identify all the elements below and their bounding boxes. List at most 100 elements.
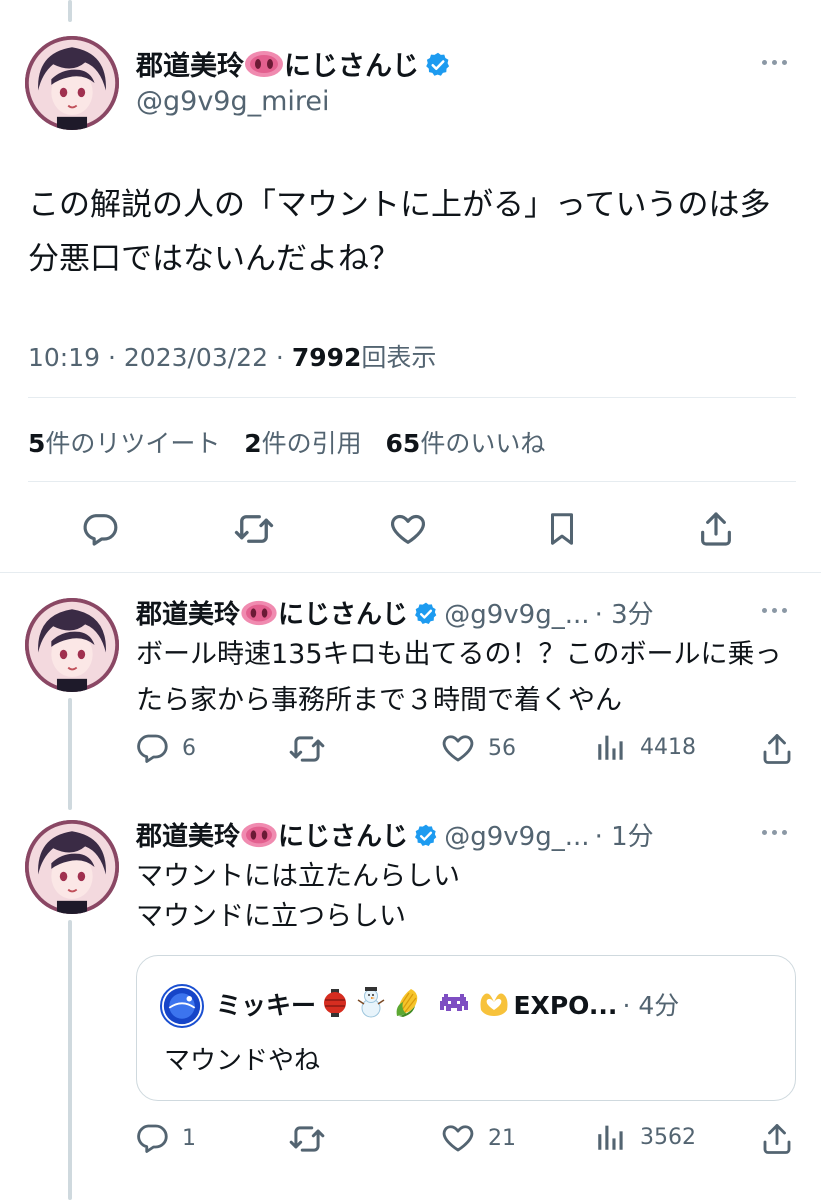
retweets-label: 件のリツイート — [45, 429, 221, 458]
share-button[interactable] — [758, 1120, 796, 1158]
share-icon — [701, 512, 731, 546]
retweets-link[interactable]: 5件のリツイート — [28, 429, 220, 458]
more-options-icon[interactable] — [762, 608, 787, 613]
pig-nose-icon — [244, 50, 284, 82]
display-name[interactable]: 郡道美玲 — [136, 822, 240, 852]
main-author-line: 郡道美玲 にじさんじ — [136, 44, 452, 83]
reply-icon — [137, 734, 168, 763]
quote-avatar-image — [163, 987, 201, 1025]
retweet-button[interactable] — [288, 730, 326, 768]
heart-icon — [391, 514, 425, 544]
view-count: 4418 — [640, 734, 696, 760]
quote-author-line: ミッキー EXPO... · 4分 — [216, 986, 679, 1022]
share-icon — [763, 1124, 791, 1154]
reply-text: ボール時速135キロも出てるの！？このボールに乗ったら家から事務所まで３時間で着… — [136, 639, 782, 716]
lantern-icon — [321, 988, 349, 1022]
reply-timestamp[interactable]: · 3分 — [595, 600, 654, 630]
retweet-icon — [289, 736, 325, 762]
reply-button[interactable]: 6 — [134, 730, 196, 766]
display-name-suffix[interactable]: にじさんじ — [278, 600, 408, 630]
retweet-icon — [234, 515, 274, 543]
divider — [28, 397, 796, 398]
share-button[interactable] — [692, 505, 740, 553]
handle[interactable]: @g9v9g_... — [444, 600, 589, 630]
display-name-suffix[interactable]: にじさんじ — [284, 51, 419, 82]
reply-button[interactable] — [76, 505, 124, 553]
reply-author-line: 郡道美玲 にじさんじ @g9v9g_... · 1分 — [136, 816, 654, 853]
views-button[interactable]: 4418 — [594, 730, 696, 764]
quoted-tweet[interactable] — [136, 955, 796, 1101]
display-name[interactable]: 郡道美玲 — [136, 600, 240, 630]
reply-count: 6 — [182, 735, 196, 761]
share-button[interactable] — [758, 730, 796, 768]
more-options-icon[interactable] — [762, 830, 787, 835]
corn-icon — [393, 986, 423, 1022]
thread-line-reply-1 — [68, 698, 72, 810]
alien-monster-icon — [438, 990, 470, 1022]
verified-badge-icon — [424, 51, 452, 83]
avatar-image — [25, 820, 119, 914]
thread-line-top — [68, 0, 72, 22]
display-name[interactable]: 郡道美玲 — [136, 51, 244, 82]
quotes-count: 2 — [244, 429, 262, 458]
avatar-image — [25, 598, 119, 692]
verified-badge-icon — [413, 823, 439, 853]
tweet-text: この解説の人の「マウントに上がる」っていうのは多分悪口ではないんだよね？ — [28, 187, 771, 277]
views-count: 7992 — [291, 343, 362, 372]
views-button[interactable]: 3562 — [594, 1120, 696, 1154]
reply-count: 1 — [182, 1125, 196, 1151]
heart-icon — [442, 735, 474, 762]
divider — [28, 481, 796, 482]
verified-badge-icon — [413, 601, 439, 631]
analytics-icon — [598, 735, 623, 760]
reply-button[interactable]: 1 — [134, 1120, 196, 1156]
like-count: 21 — [488, 1125, 516, 1151]
avatar-image — [25, 36, 119, 130]
like-button[interactable]: 21 — [440, 1120, 516, 1156]
reply-text-line-2: マウンドに立つらしい — [136, 901, 406, 932]
bookmark-button[interactable] — [538, 505, 586, 553]
pig-nose-icon — [240, 822, 278, 852]
like-button[interactable] — [384, 505, 432, 553]
analytics-icon — [598, 1125, 623, 1150]
retweet-icon — [289, 1126, 325, 1152]
view-count: 3562 — [640, 1124, 696, 1150]
divider — [0, 572, 821, 573]
avatar[interactable] — [25, 820, 119, 914]
likes-label: 件のいいね — [420, 429, 546, 458]
heart-icon — [442, 1125, 474, 1152]
share-icon — [763, 734, 791, 764]
pig-nose-icon — [240, 600, 278, 630]
reply-author-line: 郡道美玲 にじさんじ @g9v9g_... · 3分 — [136, 594, 654, 631]
likes-count: 65 — [385, 429, 421, 458]
quotes-label: 件の引用 — [261, 429, 362, 458]
engagement-counts: 5件のリツイート 2件の引用 65件のいいね — [28, 424, 545, 460]
quotes-link[interactable]: 2件の引用 — [244, 429, 361, 458]
handle[interactable]: @g9v9g_... — [444, 822, 589, 852]
reply-timestamp[interactable]: · 1分 — [595, 822, 654, 852]
tweet-meta: 10:19 · 2023/03/22 · 7992回表示 — [28, 338, 436, 374]
quote-display-name[interactable]: ミッキー — [216, 991, 316, 1020]
bookmark-icon — [550, 513, 574, 545]
snowman-icon — [356, 986, 386, 1022]
quote-avatar[interactable] — [160, 984, 204, 1028]
like-count: 56 — [488, 735, 516, 761]
display-name-suffix[interactable]: にじさんじ — [278, 822, 408, 852]
handle[interactable]: @g9v9g_mirei — [136, 86, 330, 117]
retweet-button[interactable] — [288, 1120, 326, 1158]
quote-name-tail[interactable]: EXPO... — [513, 991, 617, 1020]
more-options-icon[interactable] — [762, 60, 787, 65]
reply-icon — [137, 1124, 168, 1153]
quote-timestamp[interactable]: · 4分 — [622, 991, 679, 1020]
reply-icon — [83, 514, 118, 546]
tweet-timestamp[interactable]: 10:19 · 2023/03/22 · — [28, 343, 292, 372]
likes-link[interactable]: 65件のいいね — [386, 429, 546, 458]
thread-line-reply-2 — [68, 920, 72, 1200]
avatar[interactable] — [25, 598, 119, 692]
avatar[interactable] — [25, 36, 119, 130]
like-button[interactable]: 56 — [440, 730, 516, 766]
quote-text: マウンドやね — [164, 1046, 321, 1076]
retweets-count: 5 — [28, 429, 46, 458]
retweet-button[interactable] — [230, 505, 278, 553]
views-label: 回表示 — [361, 343, 437, 372]
